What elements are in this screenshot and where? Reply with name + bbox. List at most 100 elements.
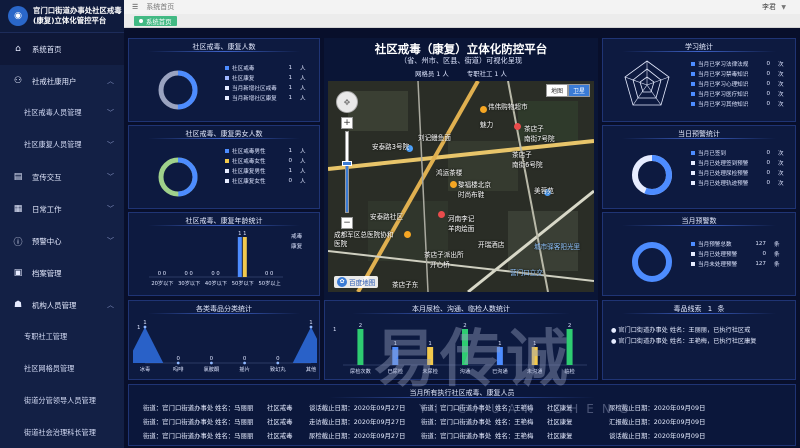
- x-tick-label: 30岁以下: [178, 279, 200, 287]
- sidebar-item-label: 街道社会治理科长管理: [24, 428, 96, 437]
- x-tick-label: 未沟通: [527, 367, 543, 375]
- legend-row: 当月已处理预警 0 条: [691, 249, 780, 259]
- satellite-map[interactable]: 伟伟购物超市 魅力 安泰路3号院 刘记鳗鱼面 茶店子 南街7号院 茶店子 南街6…: [328, 81, 594, 292]
- sidebar-item-social-workers[interactable]: 专职社工管理: [0, 321, 124, 353]
- map-pin-icon[interactable]: [514, 123, 521, 130]
- sidebar-item-alerts[interactable]: ⓘ 预警中心 ﹀: [0, 225, 124, 257]
- user-name[interactable]: 李君: [762, 2, 776, 12]
- panel-study-stats: 学习统计 当月已学习法律法规 0 次 当月已学习禁毒知识 0 次 当月已学习心理知识 0 次…: [602, 38, 796, 122]
- data-label: 1: [243, 231, 246, 237]
- table-cell: 尿检截止日期：2020年09月27日: [309, 432, 406, 440]
- data-label: 0: [211, 271, 214, 277]
- breadcrumb: 系统首页: [146, 3, 175, 11]
- warning-count-legend: 当月预警总数 127 条 当月已处理预警 0 条 当月未处理预警 127 条: [691, 239, 780, 269]
- map-label: 茶店子: [512, 151, 532, 159]
- active-dot-icon: [139, 19, 143, 23]
- chevron-down-icon: ﹀: [107, 205, 114, 213]
- sidebar-item-publicity[interactable]: ▤ 宣传交互 ﹀: [0, 161, 124, 193]
- map-label: 伟伟购物超市: [488, 103, 528, 111]
- legend-row: 当月已处理尿检预警 0 次: [691, 168, 784, 178]
- zoom-in-button[interactable]: +: [341, 117, 353, 129]
- study-legend: 当月已学习法律法规 0 次 当月已学习禁毒知识 0 次 当月已学习心理知识 0 次 当月已学…: [691, 59, 784, 109]
- legend-row: 当月已学习医疗知识 0 次: [691, 89, 784, 99]
- warning-stats-donut: [632, 155, 672, 195]
- map-label: 时尚布鞋: [458, 191, 485, 199]
- tab-home[interactable]: 系统首页: [134, 16, 177, 26]
- sidebar-item-recovery-people[interactable]: 社区康复人员管理 ﹀: [0, 129, 124, 161]
- map-type-satellite-button[interactable]: 卫星: [567, 84, 590, 97]
- map-label: 茶店子: [524, 125, 544, 133]
- map-pin-icon[interactable]: [438, 211, 445, 218]
- table-cell: 社区康复: [547, 418, 573, 426]
- data-label: 0: [176, 356, 180, 362]
- brand: ◉ 官门口街道办事处社区戒毒 (康复)立体化管控平台: [0, 0, 124, 33]
- x-tick-label: 其他: [306, 365, 316, 373]
- megaphone-icon: ▤: [13, 172, 23, 182]
- data-label: 0: [190, 271, 193, 277]
- legend-row: 当月已学习其他知识 0 次: [691, 99, 784, 109]
- list-item[interactable]: ● 官门口街道办事处 姓名：王艳梅，已执行社区康复: [611, 336, 791, 347]
- map-pin-icon[interactable]: [404, 231, 411, 238]
- data-label: 1: [309, 320, 312, 326]
- data-label: 0: [163, 271, 166, 277]
- map-type-map-button[interactable]: 地图: [545, 84, 568, 97]
- sidebar-item-label: 社区网格员管理: [24, 364, 75, 373]
- zoom-slider[interactable]: [342, 131, 352, 213]
- bar: [357, 329, 364, 365]
- x-tick-label: 已沟通: [492, 367, 508, 375]
- sidebar-item-org-staff[interactable]: ☗ 机构人员管理 ︿: [0, 289, 124, 321]
- bar: [427, 347, 434, 365]
- x-tick-label: 摇片: [239, 365, 249, 373]
- data-label: 0: [210, 356, 214, 362]
- data-label: 0: [216, 271, 219, 277]
- table-row[interactable]: 街道：官门口街道办事处 姓名：马丽丽 社区戒毒 谈话截止日期：2020年09月27日街…: [129, 401, 795, 414]
- panel-recent-people: 当月所有执行社区戒毒、康复人员 街道：官门口街道办事处 姓名：马丽丽 社区戒毒 谈话截…: [128, 384, 796, 446]
- map-pin-icon[interactable]: [450, 181, 457, 188]
- table-row[interactable]: 街道：官门口街道办事处 姓名：马丽丽 社区戒毒 走访截止日期：2020年09月27日街…: [129, 415, 795, 428]
- chevron-down-icon: ﹀: [107, 173, 114, 181]
- map-label: 安泰路社区: [370, 213, 403, 221]
- bar: [392, 347, 399, 365]
- table-cell: 街道：官门口街道办事处: [421, 404, 492, 412]
- chevron-up-icon: ︿: [107, 301, 114, 309]
- map-label: 黎福楼北京: [458, 181, 491, 189]
- data-label: 0: [265, 271, 268, 277]
- tab-bar: 系统首页: [124, 14, 800, 28]
- data-label: 1: [533, 341, 536, 347]
- zoom-slider-handle[interactable]: [342, 160, 352, 166]
- map-label: 南街6号院: [512, 161, 543, 169]
- top-bar: ☰ 系统首页 李君 ▼: [124, 0, 800, 14]
- sidebar-item-users[interactable]: ⚇ 社戒社康用户 ︿: [0, 65, 124, 97]
- sidebar-item-daily[interactable]: ▦ 日常工作 ﹀: [0, 193, 124, 225]
- sidebar-item-section-chiefs[interactable]: 街道社会治理科长管理: [0, 417, 124, 448]
- caret-down-icon[interactable]: ▼: [781, 4, 786, 11]
- pan-control-icon[interactable]: ✥: [336, 91, 358, 113]
- sidebar-item-label: 专职社工管理: [24, 332, 68, 341]
- sidebar-item-archive[interactable]: ▣ 档案管理: [0, 257, 124, 289]
- zoom-out-button[interactable]: −: [341, 217, 353, 229]
- page-title: 社区戒毒（康复）立体化防控平台: [374, 42, 548, 56]
- x-tick-label: 50岁以下: [232, 279, 254, 287]
- sidebar-item-leaders[interactable]: 街道分管领导人员管理: [0, 385, 124, 417]
- menu-toggle-icon[interactable]: ☰: [132, 3, 138, 11]
- data-label: 0: [276, 356, 280, 362]
- list-item[interactable]: ● 官门口街道办事处 姓名：王丽丽，已执行社区戒: [611, 325, 791, 336]
- x-tick-label: 吗啡: [173, 365, 183, 373]
- table-row[interactable]: 街道：官门口街道办事处 姓名：马丽丽 社区戒毒 尿检截止日期：2020年09月27日街…: [129, 429, 795, 442]
- map-label: 城市驿客阳光里: [534, 243, 581, 251]
- legend-row: 社区康复女性 0 人: [225, 176, 306, 186]
- chevron-down-icon: ﹀: [107, 109, 114, 117]
- x-tick-label: 20岁以下: [151, 279, 173, 287]
- map-zoom-control: ✥ + −: [336, 91, 358, 229]
- map-label: 南街7号院: [524, 135, 555, 143]
- sidebar-item-drug-people[interactable]: 社区戒毒人员管理 ﹀: [0, 97, 124, 129]
- x-tick-label: 未尿检: [422, 367, 438, 375]
- sidebar-item-grid-staff[interactable]: 社区网格员管理: [0, 353, 124, 385]
- dashboard: 社区戒毒、康复人数 社区戒毒 1 人 社区康复 1 人 当月新增社区戒毒 1 人 当月新增社…: [124, 28, 800, 448]
- grid-staff-count: 网格员 1 人: [415, 70, 449, 78]
- bar: [531, 347, 538, 365]
- map-pin-icon[interactable]: [480, 106, 487, 113]
- police-badge-icon: ◉: [8, 6, 28, 26]
- map-label: 开瑞酒店: [478, 241, 505, 249]
- sidebar-item-home[interactable]: ⌂ 系统首页: [0, 33, 124, 65]
